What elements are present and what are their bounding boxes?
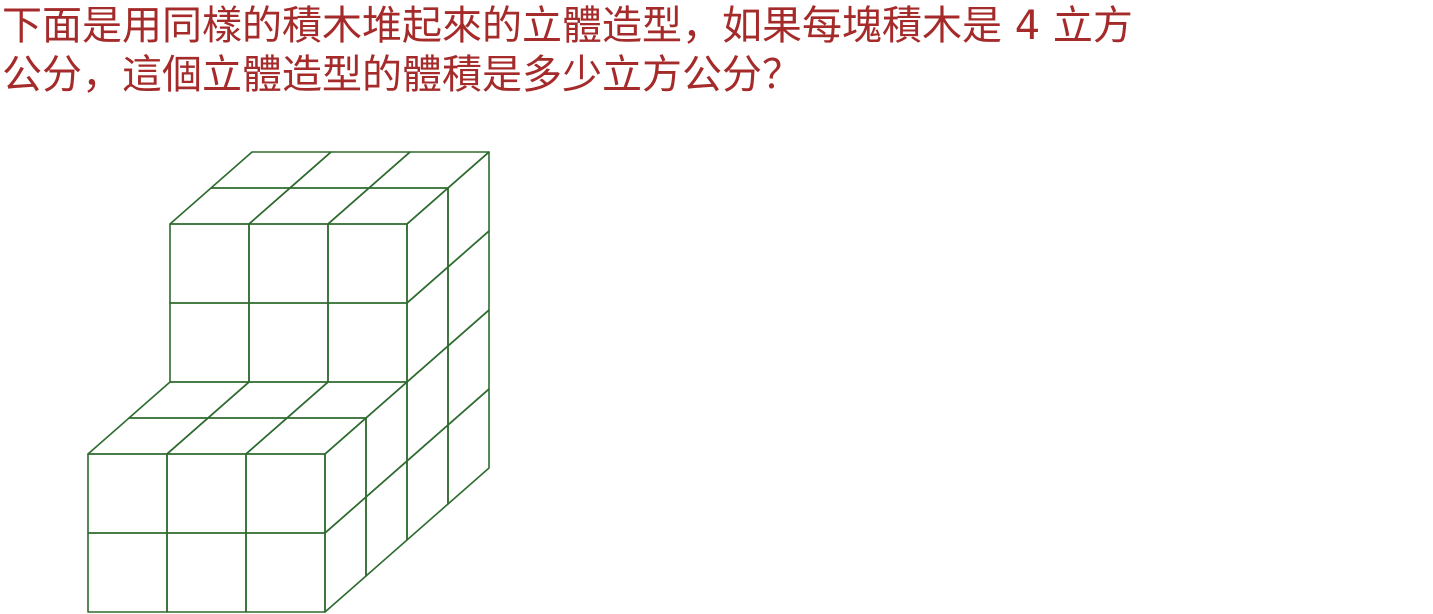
cube-face-top <box>368 151 490 189</box>
cube-face-front <box>327 223 408 304</box>
cube-face-top <box>169 187 291 225</box>
cube-face-top <box>327 187 449 225</box>
cube-face-top <box>289 151 411 189</box>
cube-face-side <box>365 381 408 498</box>
cube-face-side <box>447 151 490 268</box>
cube-face-side <box>406 187 449 304</box>
cube-face-front <box>245 453 326 534</box>
cube-face-front <box>245 532 326 613</box>
cube-face-top <box>248 187 370 225</box>
cube-face-top <box>166 417 288 455</box>
cube-face-side <box>324 417 367 534</box>
cube-face-front <box>248 223 329 304</box>
cube-face-front <box>87 453 168 534</box>
cube-face-front <box>169 302 250 383</box>
cube-face-top <box>87 417 209 455</box>
cube-face-top <box>128 381 250 419</box>
cube-face-top <box>210 151 332 189</box>
cube-face-top <box>245 417 367 455</box>
cube-face-front <box>87 532 168 613</box>
cube-face-front <box>166 453 247 534</box>
cube-face-front <box>248 302 329 383</box>
cube-stack-diagram <box>87 151 490 613</box>
cube-face-front <box>169 223 250 304</box>
cube-face-top <box>207 381 329 419</box>
cube-face-front <box>166 532 247 613</box>
cube-face-front <box>327 302 408 383</box>
cube-faces <box>87 151 490 613</box>
cube-face-top <box>286 381 408 419</box>
